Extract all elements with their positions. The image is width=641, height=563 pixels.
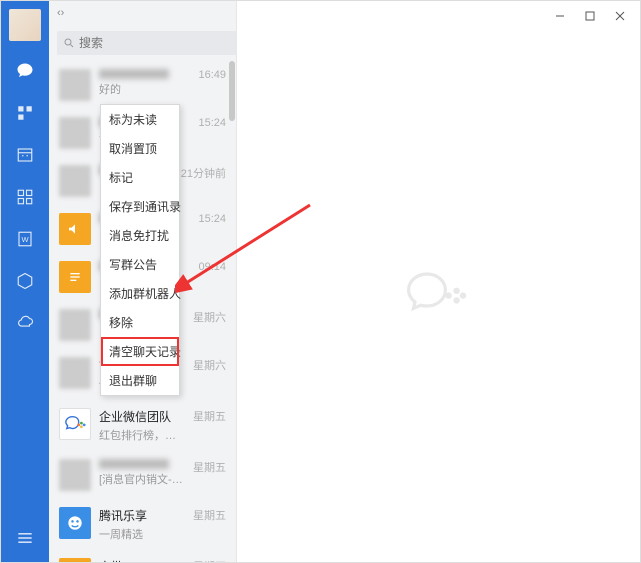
back-icon[interactable]: ‹› — [57, 7, 64, 19]
search-input[interactable] — [79, 36, 234, 50]
chat-time: 16:49 — [198, 69, 226, 101]
chat-time: 09:14 — [198, 261, 226, 293]
chat-item[interactable]: 企业微信团队红包排行榜，赶进入… 星期五 — [49, 400, 236, 451]
nav-docs-icon[interactable]: W — [15, 229, 35, 249]
context-menu-item[interactable]: 保存到通讯录 — [101, 192, 179, 221]
chat-title: 审批 — [99, 558, 185, 562]
left-nav: W — [1, 1, 49, 562]
context-menu-item[interactable]: 清空聊天记录 — [101, 337, 179, 366]
context-menu-item[interactable]: 标记 — [101, 163, 179, 192]
chat-time: 星期六 — [193, 357, 226, 392]
chat-item[interactable]: 审批你的用章申请（不外…星期四 — [49, 550, 236, 562]
minimize-button[interactable] — [546, 6, 574, 26]
list-header: ‹› — [49, 1, 236, 25]
nav-cloud-icon[interactable] — [15, 313, 35, 333]
chat-time: 星期五 — [193, 459, 226, 491]
chat-time: 星期五 — [193, 507, 226, 542]
chat-item[interactable]: 好的 16:49 — [49, 61, 236, 109]
chat-item[interactable]: [消息官内销文-龙12:1… 星期五 — [49, 451, 236, 499]
context-menu-item[interactable]: 取消置顶 — [101, 134, 179, 163]
user-avatar[interactable] — [9, 9, 41, 41]
nav-contacts-icon[interactable] — [15, 103, 35, 123]
main-area — [237, 1, 640, 562]
nav-calendar-icon[interactable] — [15, 145, 35, 165]
nav-apps-icon[interactable] — [15, 187, 35, 207]
close-button[interactable] — [606, 6, 634, 26]
context-menu: 标为未读取消置顶标记保存到通讯录消息免打扰写群公告添加群机器人移除清空聊天记录退… — [100, 104, 180, 396]
chat-item[interactable]: 腾讯乐享一周精选星期五 — [49, 499, 236, 550]
chat-time: 星期四 — [193, 558, 226, 562]
nav-menu-icon[interactable] — [15, 528, 35, 548]
context-menu-item[interactable]: 写群公告 — [101, 250, 179, 279]
context-menu-item[interactable]: 添加群机器人 — [101, 279, 179, 308]
search-icon — [63, 37, 75, 49]
maximize-button[interactable] — [576, 6, 604, 26]
chat-time: 21分钟前 — [181, 165, 226, 197]
context-menu-item[interactable]: 消息免打扰 — [101, 221, 179, 250]
titlebar — [237, 1, 640, 31]
nav-box-icon[interactable] — [15, 271, 35, 291]
chat-preview: [消息官内销文-龙12:1… — [99, 471, 185, 487]
empty-state — [237, 31, 640, 562]
app-window: W ‹› + 好的16:49部…15:2421分钟前15:2409:14星期六市… — [0, 0, 641, 563]
search-box[interactable] — [57, 31, 240, 55]
wecom-logo-icon — [399, 254, 479, 339]
nav-chat-icon[interactable] — [15, 61, 35, 81]
context-menu-item[interactable]: 退出群聊 — [101, 366, 179, 395]
chat-time: 15:24 — [198, 213, 226, 245]
chat-title: 企业微信团队 — [99, 408, 185, 425]
chat-time: 星期六 — [193, 309, 226, 341]
chat-preview: 一周精选 — [99, 526, 185, 542]
chat-preview: 好的 — [99, 81, 190, 97]
svg-text:W: W — [21, 235, 29, 244]
chat-preview: 红包排行榜，赶进入… — [99, 427, 185, 443]
search-row: + — [49, 25, 236, 61]
context-menu-item[interactable]: 标为未读 — [101, 105, 179, 134]
chat-time: 15:24 — [198, 117, 226, 149]
context-menu-item[interactable]: 移除 — [101, 308, 179, 337]
chat-title: 腾讯乐享 — [99, 507, 185, 524]
chat-time: 星期五 — [193, 408, 226, 443]
